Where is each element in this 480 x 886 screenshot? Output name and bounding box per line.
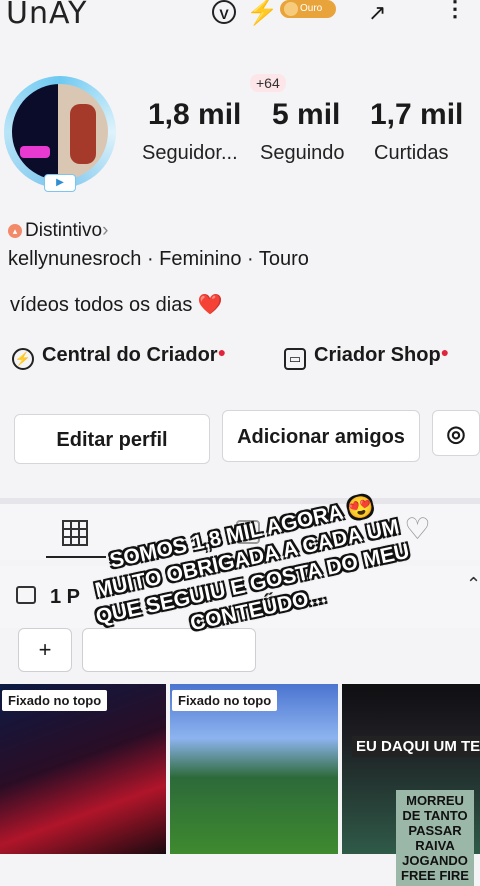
following-count[interactable]: 5 mil (272, 98, 340, 132)
video-caption-top: EU DAQUI UM TEM (352, 736, 480, 757)
likes-label[interactable]: Curtidas (374, 142, 448, 165)
heart-emoji-icon: ❤️ (197, 294, 223, 316)
bio: vídeos todos os dias ❤️ (10, 292, 223, 317)
avatar-figure-left (20, 146, 50, 158)
creator-shop-link[interactable]: ▭ Criador Shop● (284, 344, 449, 370)
ouro-coin-icon (284, 2, 298, 16)
profile-info-line: kellynunesroch · Feminino · Touro (8, 248, 309, 270)
followers-increase-badge: +64 (250, 74, 286, 92)
likes-count[interactable]: 1,7 mil (370, 98, 463, 132)
more-options-icon[interactable]: ⋮ (444, 0, 466, 22)
followers-count[interactable]: 1,8 mil (148, 98, 241, 132)
notification-dot: ● (440, 344, 450, 360)
chevron-up-icon[interactable]: ⌃ (466, 574, 480, 595)
creator-shop-label: Criador Shop (314, 344, 441, 366)
shop-icon: ▭ (284, 348, 306, 370)
creator-center-link[interactable]: ⚡ Central do Criador● (12, 344, 226, 370)
followers-label[interactable]: Seguidor... (142, 142, 238, 165)
edit-profile-button[interactable]: Editar perfil (14, 414, 210, 464)
avatar-figure-right (70, 104, 96, 164)
add-friends-button[interactable]: Adicionar amigos (222, 410, 420, 462)
add-playlist-button[interactable]: + (18, 628, 72, 672)
notification-dot: ● (217, 344, 227, 360)
bio-text: vídeos todos os dias (10, 294, 193, 316)
creator-center-icon: ⚡ (12, 348, 34, 370)
creator-center-label: Central do Criador (42, 344, 218, 366)
video-caption-sign: MORREU DE TANTO PASSAR RAIVA JOGANDO FRE… (396, 790, 474, 886)
pinned-label: Fixado no topo (2, 690, 108, 711)
distintivo-label: Distintivo (25, 220, 103, 241)
chevron-right-icon: › (102, 220, 109, 241)
app-logo: UnAY (6, 0, 88, 31)
avatar[interactable] (12, 84, 108, 180)
avatar-play-tag[interactable]: ▶ (44, 174, 76, 192)
pinned-label: Fixado no topo (172, 690, 278, 711)
verified-badge-icon[interactable]: V (212, 0, 236, 24)
playlist-icon (16, 586, 36, 604)
distintivo-link[interactable]: ▴ Distintivo› (8, 220, 108, 242)
following-label[interactable]: Seguindo (260, 142, 345, 165)
badge-icon: ▴ (8, 224, 22, 238)
grid-tab-icon[interactable] (62, 520, 88, 546)
share-icon[interactable]: ↗ (368, 0, 386, 26)
bolt-icon[interactable]: ⚡ (246, 0, 278, 27)
instagram-button-icon[interactable]: ◎ (432, 410, 480, 456)
